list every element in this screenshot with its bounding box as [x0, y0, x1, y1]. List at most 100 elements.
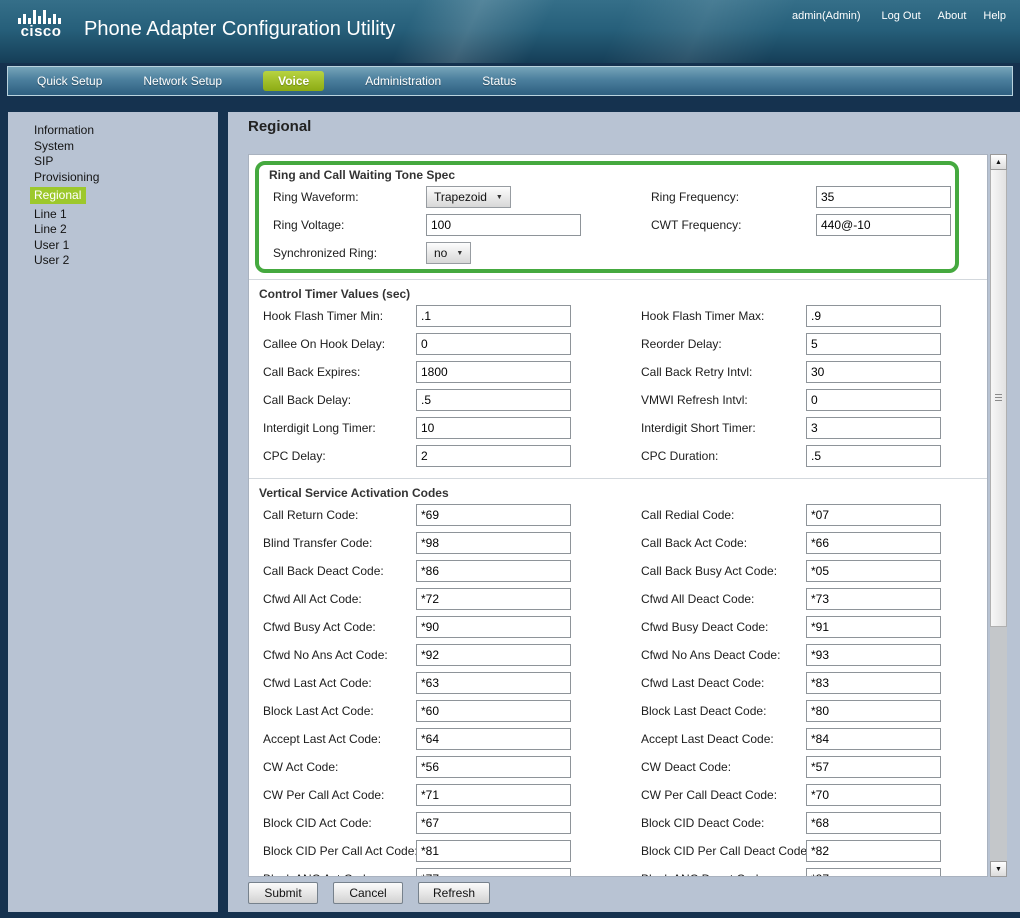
input-accept-last-deact-code[interactable]: *84: [806, 728, 941, 750]
input-interdigit-long-timer[interactable]: 10: [416, 417, 571, 439]
sidebar-item-information[interactable]: Information: [34, 123, 218, 139]
input-block-anc-deact-code[interactable]: *87: [806, 868, 941, 877]
field-label-block-anc-deact-code: Block ANC Deact Code:: [641, 872, 768, 877]
tab-network-setup[interactable]: Network Setup: [143, 74, 222, 88]
form-row: Call Back Delay: .5 VMWI Refresh Intvl: 0: [259, 386, 977, 414]
sidebar-item-regional[interactable]: Regional: [34, 188, 218, 204]
input-accept-last-act-code[interactable]: *64: [416, 728, 571, 750]
input-blind-transfer-code[interactable]: *98: [416, 532, 571, 554]
input-block-cid-per-call-act-code[interactable]: *81: [416, 840, 571, 862]
input-cfwd-no-ans-deact-code[interactable]: *93: [806, 644, 941, 666]
sidebar-item-label: Provisioning: [34, 170, 99, 184]
input-vmwi-refresh-intvl[interactable]: 0: [806, 389, 941, 411]
input-hook-flash-timer-min[interactable]: .1: [416, 305, 571, 327]
scrollbar-track[interactable]: [990, 627, 1007, 861]
section-vertical-service-activation-codes: Vertical Service Activation CodesCall Re…: [249, 478, 987, 877]
highlighted-section-ring-and-call-waiting-tone-spec: Ring and Call Waiting Tone SpecRing Wave…: [255, 161, 959, 273]
input-ring-voltage[interactable]: 100: [426, 214, 581, 236]
cancel-button[interactable]: Cancel: [333, 882, 403, 904]
input-cw-act-code[interactable]: *56: [416, 756, 571, 778]
sidebar-item-user-2[interactable]: User 2: [34, 253, 218, 269]
field-label-block-last-act-code: Block Last Act Code:: [263, 704, 374, 718]
input-call-back-deact-code[interactable]: *86: [416, 560, 571, 582]
tab-voice[interactable]: Voice: [263, 71, 324, 91]
sidebar-item-label: User 2: [34, 253, 69, 267]
input-call-back-act-code[interactable]: *66: [806, 532, 941, 554]
input-reorder-delay[interactable]: 5: [806, 333, 941, 355]
input-cfwd-busy-act-code[interactable]: *90: [416, 616, 571, 638]
input-cwt-frequency[interactable]: 440@-10: [816, 214, 951, 236]
sidebar-item-system[interactable]: System: [34, 139, 218, 155]
tab-quick-setup[interactable]: Quick Setup: [37, 74, 102, 88]
input-block-cid-deact-code[interactable]: *68: [806, 812, 941, 834]
input-cw-per-call-act-code[interactable]: *71: [416, 784, 571, 806]
sidebar-item-line-1[interactable]: Line 1: [34, 207, 218, 223]
scroll-down-button[interactable]: ▼: [990, 861, 1007, 877]
field-label-vmwi-refresh-intvl: VMWI Refresh Intvl:: [641, 393, 748, 407]
submit-button[interactable]: Submit: [248, 882, 318, 904]
input-call-return-code[interactable]: *69: [416, 504, 571, 526]
form-row: Synchronized Ring:no▼: [259, 239, 955, 267]
input-call-back-retry-intvl[interactable]: 30: [806, 361, 941, 383]
log-out-link[interactable]: Log Out: [881, 10, 920, 22]
section-title-control-timer-values-sec: Control Timer Values (sec): [259, 286, 977, 302]
sidebar-item-sip[interactable]: SIP: [34, 154, 218, 170]
field-label-blind-transfer-code: Blind Transfer Code:: [263, 536, 372, 550]
section-title-ring-and-call-waiting-tone-spec: Ring and Call Waiting Tone Spec: [269, 167, 955, 183]
input-call-back-expires[interactable]: 1800: [416, 361, 571, 383]
main-nav: Quick Setup Network Setup Voice Administrat…: [7, 66, 1013, 96]
help-link[interactable]: Help: [983, 10, 1006, 22]
scrollbar[interactable]: ▲ ▼: [990, 154, 1007, 877]
header-links: admin(Admin)Log OutAboutHelp: [792, 10, 1006, 22]
input-block-cid-act-code[interactable]: *67: [416, 812, 571, 834]
sidebar-item-line-2[interactable]: Line 2: [34, 222, 218, 238]
refresh-button[interactable]: Refresh: [418, 882, 490, 904]
input-block-anc-act-code[interactable]: *77: [416, 868, 571, 877]
input-block-cid-per-call-deact-code[interactable]: *82: [806, 840, 941, 862]
form-row: CW Act Code:*56CW Deact Code:*57: [259, 753, 977, 781]
input-call-back-busy-act-code[interactable]: *05: [806, 560, 941, 582]
input-cfwd-last-deact-code[interactable]: *83: [806, 672, 941, 694]
tab-administration[interactable]: Administration: [365, 74, 441, 88]
app-header: cisco Phone Adapter Configuration Utilit…: [0, 0, 1020, 63]
field-label-call-back-expires: Call Back Expires:: [263, 365, 360, 379]
settings-panel: Ring and Call Waiting Tone SpecRing Wave…: [248, 154, 988, 877]
input-cw-deact-code[interactable]: *57: [806, 756, 941, 778]
form-row: Call Back Expires:1800Call Back Retry In…: [259, 358, 977, 386]
form-row: Ring Voltage:100CWT Frequency:440@-10: [259, 211, 955, 239]
select-synchronized-ring[interactable]: no▼: [426, 242, 471, 264]
input-cfwd-all-deact-code[interactable]: *73: [806, 588, 941, 610]
form-row: CPC Delay:2CPC Duration:.5: [259, 442, 977, 470]
input-block-last-act-code[interactable]: *60: [416, 700, 571, 722]
select-ring-waveform[interactable]: Trapezoid▼: [426, 186, 511, 208]
field-label-cw-per-call-act-code: CW Per Call Act Code:: [263, 788, 384, 802]
input-call-redial-code[interactable]: *07: [806, 504, 941, 526]
input-callee-on-hook-delay[interactable]: 0: [416, 333, 571, 355]
input-cfwd-last-act-code[interactable]: *63: [416, 672, 571, 694]
input-ring-frequency[interactable]: 35: [816, 186, 951, 208]
input-cfwd-all-act-code[interactable]: *72: [416, 588, 571, 610]
input-cfwd-no-ans-act-code[interactable]: *92: [416, 644, 571, 666]
field-label-call-back-delay: Call Back Delay:: [263, 393, 351, 407]
input-call-back-delay[interactable]: .5: [416, 389, 571, 411]
section-control-timer-values-sec: Control Timer Values (sec)Hook Flash Tim…: [249, 279, 987, 472]
input-block-last-deact-code[interactable]: *80: [806, 700, 941, 722]
scroll-up-button[interactable]: ▲: [990, 154, 1007, 170]
input-interdigit-short-timer[interactable]: 3: [806, 417, 941, 439]
form-row: Call Return Code:*69Call Redial Code:*07: [259, 501, 977, 529]
sidebar-item-user-1[interactable]: User 1: [34, 238, 218, 254]
input-cpc-duration[interactable]: .5: [806, 445, 941, 467]
field-label-ring-voltage: Ring Voltage:: [273, 218, 344, 232]
input-cfwd-busy-deact-code[interactable]: *91: [806, 616, 941, 638]
about-link[interactable]: About: [938, 10, 967, 22]
form-row: Interdigit Long Timer:10Interdigit Short…: [259, 414, 977, 442]
form-row: Block CID Per Call Act Code:*81Block CID…: [259, 837, 977, 865]
input-cw-per-call-deact-code[interactable]: *70: [806, 784, 941, 806]
tab-status[interactable]: Status: [482, 74, 516, 88]
input-hook-flash-timer-max[interactable]: .9: [806, 305, 941, 327]
input-cpc-delay[interactable]: 2: [416, 445, 571, 467]
sidebar-item-provisioning[interactable]: Provisioning: [34, 170, 218, 186]
cisco-logo: cisco: [18, 10, 64, 39]
scrollbar-thumb[interactable]: [990, 170, 1007, 627]
sidebar: InformationSystemSIPProvisioning Regional…: [8, 112, 218, 912]
